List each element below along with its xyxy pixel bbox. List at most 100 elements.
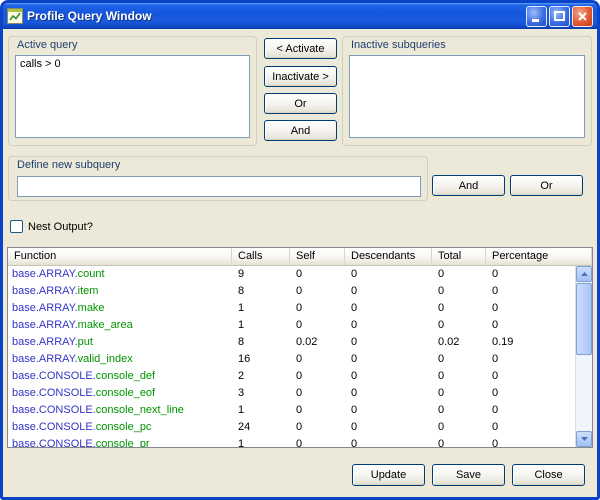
value-cell: 0 [486, 266, 575, 283]
table-row[interactable]: base.CONSOLE.console_def20000 [8, 368, 575, 385]
nest-output-label[interactable]: Nest Output? [28, 221, 93, 233]
scroll-down-button[interactable] [576, 431, 592, 447]
function-name-cell: base.ARRAY.make [8, 300, 232, 317]
value-cell: 8 [232, 334, 290, 351]
maximize-button[interactable] [549, 6, 570, 27]
subquery-and-button[interactable]: And [432, 175, 505, 196]
define-subquery-label: Define new subquery [17, 159, 120, 171]
function-name-cell: base.CONSOLE.console_pr [8, 436, 232, 447]
minimize-icon [530, 10, 543, 23]
value-cell: 0 [486, 368, 575, 385]
close-button[interactable] [572, 6, 593, 27]
inactivate-button[interactable]: Inactivate > [264, 66, 337, 87]
define-subquery-group: Define new subquery [8, 156, 428, 201]
value-cell: 0 [290, 419, 345, 436]
value-cell: 2 [232, 368, 290, 385]
save-button[interactable]: Save [432, 464, 505, 486]
column-header-self[interactable]: Self [290, 248, 345, 265]
table-row[interactable]: base.ARRAY.make_area10000 [8, 317, 575, 334]
minimize-button[interactable] [526, 6, 547, 27]
table-body: base.ARRAY.count90000base.ARRAY.item8000… [8, 266, 575, 447]
column-header-descendants[interactable]: Descendants [345, 248, 432, 265]
value-cell: 0 [345, 385, 432, 402]
table-row[interactable]: base.CONSOLE.console_pr10000 [8, 436, 575, 447]
value-cell: 24 [232, 419, 290, 436]
function-name-cell: base.ARRAY.valid_index [8, 351, 232, 368]
value-cell: 0 [432, 266, 486, 283]
value-cell: 1 [232, 300, 290, 317]
profile-table: Function Calls Self Descendants Total Pe… [7, 247, 593, 448]
value-cell: 0 [345, 283, 432, 300]
table-row[interactable]: base.CONSOLE.console_next_line10000 [8, 402, 575, 419]
table-row[interactable]: base.CONSOLE.console_pc240000 [8, 419, 575, 436]
value-cell: 1 [232, 402, 290, 419]
value-cell: 0 [486, 385, 575, 402]
active-query-label: Active query [17, 39, 78, 51]
or-transfer-button[interactable]: Or [264, 93, 337, 114]
inactive-subqueries-group: Inactive subqueries [342, 36, 592, 146]
table-row[interactable]: base.ARRAY.put80.0200.020.19 [8, 334, 575, 351]
subquery-input[interactable] [17, 176, 421, 197]
active-query-list[interactable]: calls > 0 [15, 55, 250, 138]
and-transfer-button[interactable]: And [264, 120, 337, 141]
table-row[interactable]: base.ARRAY.count90000 [8, 266, 575, 283]
function-name-cell: base.ARRAY.make_area [8, 317, 232, 334]
value-cell: 0 [432, 317, 486, 334]
scroll-up-icon [581, 272, 588, 276]
column-header-calls[interactable]: Calls [232, 248, 290, 265]
column-header-total[interactable]: Total [432, 248, 486, 265]
value-cell: 0 [290, 436, 345, 447]
value-cell: 0 [486, 402, 575, 419]
value-cell: 0 [432, 402, 486, 419]
activate-button[interactable]: < Activate [264, 38, 337, 59]
scroll-up-button[interactable] [576, 266, 592, 282]
maximize-icon [553, 10, 566, 23]
client-area: Active query calls > 0 < Activate Inacti… [3, 29, 597, 497]
value-cell: 0 [486, 419, 575, 436]
table-header: Function Calls Self Descendants Total Pe… [8, 248, 592, 266]
value-cell: 0 [486, 317, 575, 334]
value-cell: 0 [432, 436, 486, 447]
table-row[interactable]: base.ARRAY.item80000 [8, 283, 575, 300]
nest-output-checkbox[interactable] [10, 220, 23, 233]
value-cell: 0 [486, 351, 575, 368]
window-title: Profile Query Window [27, 9, 526, 23]
app-icon [7, 8, 23, 24]
window-controls [526, 6, 594, 27]
column-header-percentage[interactable]: Percentage [486, 248, 592, 265]
value-cell: 0 [432, 283, 486, 300]
value-cell: 0 [486, 283, 575, 300]
inactive-subqueries-list[interactable] [349, 55, 585, 138]
inactive-subqueries-label: Inactive subqueries [351, 39, 446, 51]
value-cell: 0 [345, 402, 432, 419]
value-cell: 0 [290, 266, 345, 283]
function-name-cell: base.CONSOLE.console_next_line [8, 402, 232, 419]
value-cell: 0 [290, 368, 345, 385]
close-window-button[interactable]: Close [512, 464, 585, 486]
value-cell: 0 [345, 317, 432, 334]
value-cell: 0 [290, 385, 345, 402]
subquery-or-button[interactable]: Or [510, 175, 583, 196]
function-name-cell: base.ARRAY.put [8, 334, 232, 351]
value-cell: 0.02 [432, 334, 486, 351]
table-row[interactable]: base.ARRAY.make10000 [8, 300, 575, 317]
query-list-item[interactable]: calls > 0 [16, 56, 249, 72]
value-cell: 0.19 [486, 334, 575, 351]
table-row[interactable]: base.ARRAY.valid_index160000 [8, 351, 575, 368]
active-query-group: Active query calls > 0 [8, 36, 257, 146]
column-header-function[interactable]: Function [8, 248, 232, 265]
value-cell: 0 [345, 368, 432, 385]
close-icon [576, 10, 589, 23]
value-cell: 3 [232, 385, 290, 402]
update-button[interactable]: Update [352, 464, 425, 486]
vertical-scrollbar[interactable] [575, 266, 592, 447]
window: Profile Query Window Active query calls … [0, 0, 600, 500]
table-row[interactable]: base.CONSOLE.console_eof30000 [8, 385, 575, 402]
function-name-cell: base.CONSOLE.console_pc [8, 419, 232, 436]
titlebar[interactable]: Profile Query Window [3, 3, 597, 29]
value-cell: 0 [345, 266, 432, 283]
value-cell: 1 [232, 317, 290, 334]
value-cell: 0 [432, 300, 486, 317]
value-cell: 8 [232, 283, 290, 300]
scrollbar-thumb[interactable] [576, 283, 592, 355]
